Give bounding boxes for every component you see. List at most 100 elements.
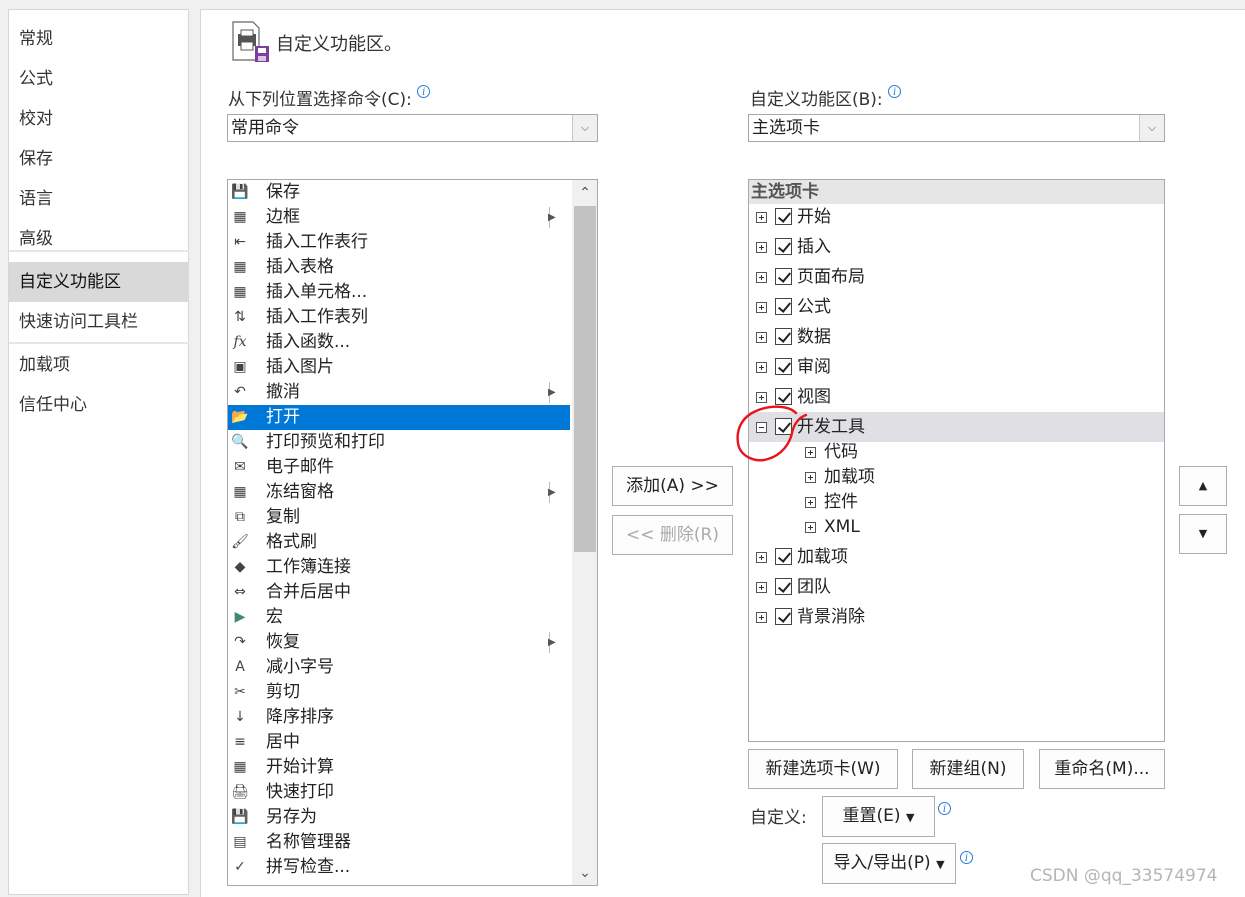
command-item[interactable]: ▶ 宏 [228, 605, 570, 630]
group-label: 加载项 [824, 467, 875, 487]
redo-icon: ↷ [234, 634, 246, 650]
submenu-arrow-icon[interactable]: ▶ [548, 385, 558, 400]
expand-icon[interactable] [756, 552, 767, 563]
new-group-button[interactable]: 新建组(N) [912, 749, 1024, 789]
tab-checkbox[interactable] [775, 358, 792, 375]
expand-icon[interactable] [756, 332, 767, 343]
options-nav: 常规 公式 校对 保存 语言 高级 自定义功能区 快速访问工具栏 加载项 信任中心 [8, 9, 189, 895]
command-item[interactable]: ⇅ 插入工作表列 [228, 305, 570, 330]
command-item[interactable]: ◆ 工作簿连接 [228, 555, 570, 580]
command-item[interactable]: ▦ 插入表格 [228, 255, 570, 280]
nav-item-2[interactable]: 校对 [9, 99, 189, 139]
rename-button[interactable]: 重命名(M)... [1039, 749, 1165, 789]
expand-icon[interactable] [756, 302, 767, 313]
command-item[interactable]: ✓ 拼写检查... [228, 855, 570, 880]
tree-tab-item[interactable]: 加载项 [749, 542, 1164, 572]
nav-item-1[interactable]: 公式 [9, 59, 189, 99]
tree-group-item[interactable]: 控件 [749, 490, 1164, 515]
expand-icon[interactable] [756, 582, 767, 593]
command-item[interactable]: 📂 打开 [228, 405, 570, 430]
tree-tab-item[interactable]: 数据 [749, 322, 1164, 352]
command-item[interactable]: ▦ 插入单元格... [228, 280, 570, 305]
ribbon-tabs-dropdown[interactable]: 主选项卡 ⌵ [748, 114, 1165, 142]
command-item[interactable]: ✉ 电子邮件 [228, 455, 570, 480]
submenu-arrow-icon[interactable]: ▶ [548, 635, 558, 650]
submenu-arrow-icon[interactable]: ▶ [548, 485, 558, 500]
import-export-button[interactable]: 导入/导出(P) ▼ [822, 843, 956, 884]
nav-item-5[interactable]: 高级 [9, 219, 189, 259]
tab-checkbox[interactable] [775, 578, 792, 595]
command-item[interactable]: ▦ 边框 ▶ [228, 205, 570, 230]
command-item[interactable]: ⧉ 复制 [228, 505, 570, 530]
tab-checkbox[interactable] [775, 238, 792, 255]
tab-checkbox[interactable] [775, 328, 792, 345]
tab-label: 背景消除 [797, 607, 865, 627]
commands-scrollbar[interactable]: ⌃ ⌄ [572, 180, 597, 885]
commands-list[interactable]: ✓ 拼写检查... ▤ 名称管理器 💾 另存为 🖨 快速打印 ▦ 开始计算 ≡ 居中 ↓ 降序排序 ✂ 剪切 A… [227, 179, 598, 886]
command-item[interactable]: 🔍 打印预览和打印 [228, 430, 570, 455]
command-item[interactable]: 💾 另存为 [228, 805, 570, 830]
tree-group-item[interactable]: 加载项 [749, 465, 1164, 490]
nav-item-8[interactable]: 加载项 [9, 345, 189, 385]
command-item[interactable]: ▣ 插入图片 [228, 355, 570, 380]
remove-button[interactable]: << 删除(R) [612, 515, 733, 555]
command-item[interactable]: ▦ 冻结窗格 ▶ [228, 480, 570, 505]
command-item[interactable]: 💾 保存 [228, 180, 570, 205]
tab-checkbox[interactable] [775, 608, 792, 625]
scroll-up-icon[interactable]: ⌃ [572, 180, 597, 206]
command-item[interactable]: fx 插入函数... [228, 330, 570, 355]
scroll-down-icon[interactable]: ⌄ [572, 860, 597, 885]
tree-tab-item[interactable]: 团队 [749, 572, 1164, 602]
tab-checkbox[interactable] [775, 208, 792, 225]
expand-icon[interactable] [756, 362, 767, 373]
tab-checkbox[interactable] [775, 548, 792, 565]
nav-item-4[interactable]: 语言 [9, 179, 189, 219]
command-item[interactable]: A 减小字号 [228, 655, 570, 680]
command-item[interactable]: ↷ 恢复 ▶ [228, 630, 570, 655]
tab-checkbox[interactable] [775, 298, 792, 315]
command-item[interactable]: ▦ 开始计算 [228, 755, 570, 780]
tree-tab-item[interactable]: 审阅 [749, 352, 1164, 382]
move-down-button[interactable]: ▼ [1179, 514, 1227, 554]
command-item[interactable]: ↓ 降序排序 [228, 705, 570, 730]
tree-group-item[interactable]: XML [749, 515, 1164, 540]
command-item[interactable]: ✂ 剪切 [228, 680, 570, 705]
commands-source-dropdown[interactable]: 常用命令 ⌵ [227, 114, 598, 142]
command-item[interactable]: ⇔ 合并后居中 [228, 580, 570, 605]
expand-icon[interactable] [805, 522, 816, 533]
move-up-button[interactable]: ▲ [1179, 466, 1227, 506]
expand-icon[interactable] [756, 242, 767, 253]
command-item[interactable]: ↶ 撤消 ▶ [228, 380, 570, 405]
info-icon: i [417, 85, 431, 98]
command-item[interactable]: ≡ 居中 [228, 730, 570, 755]
nav-item-3[interactable]: 保存 [9, 139, 189, 179]
expand-icon[interactable] [805, 472, 816, 483]
expand-icon[interactable] [756, 212, 767, 223]
tab-checkbox[interactable] [775, 268, 792, 285]
tree-tab-item[interactable]: 公式 [749, 292, 1164, 322]
reset-button[interactable]: 重置(E) ▼ [822, 796, 935, 837]
new-tab-button[interactable]: 新建选项卡(W) [748, 749, 898, 789]
add-button[interactable]: 添加(A) >> [612, 466, 733, 506]
command-item[interactable]: 🖌 格式刷 [228, 530, 570, 555]
tree-tab-item[interactable]: 开始 [749, 202, 1164, 232]
expand-icon[interactable] [805, 497, 816, 508]
group-label: 代码 [824, 442, 858, 462]
scrollbar-thumb[interactable] [574, 206, 596, 552]
tree-tab-item[interactable]: 背景消除 [749, 602, 1164, 632]
submenu-arrow-icon[interactable]: ▶ [548, 210, 558, 225]
expand-icon[interactable] [756, 612, 767, 623]
tree-tab-item[interactable]: 插入 [749, 232, 1164, 262]
nav-item-0[interactable]: 常规 [9, 19, 189, 59]
expand-icon[interactable] [756, 392, 767, 403]
nav-item-6[interactable]: 自定义功能区 [9, 262, 189, 302]
command-item[interactable]: ⇤ 插入工作表行 [228, 230, 570, 255]
tree-tab-item[interactable]: 页面布局 [749, 262, 1164, 292]
nav-item-9[interactable]: 信任中心 [9, 385, 189, 425]
expand-icon[interactable] [756, 272, 767, 283]
command-item[interactable]: ▤ 名称管理器 [228, 830, 570, 855]
command-label: 名称管理器 [266, 832, 351, 852]
nav-item-7[interactable]: 快速访问工具栏 [9, 302, 189, 342]
command-item[interactable]: 🖨 快速打印 [228, 780, 570, 805]
info-icon: i [938, 802, 951, 815]
